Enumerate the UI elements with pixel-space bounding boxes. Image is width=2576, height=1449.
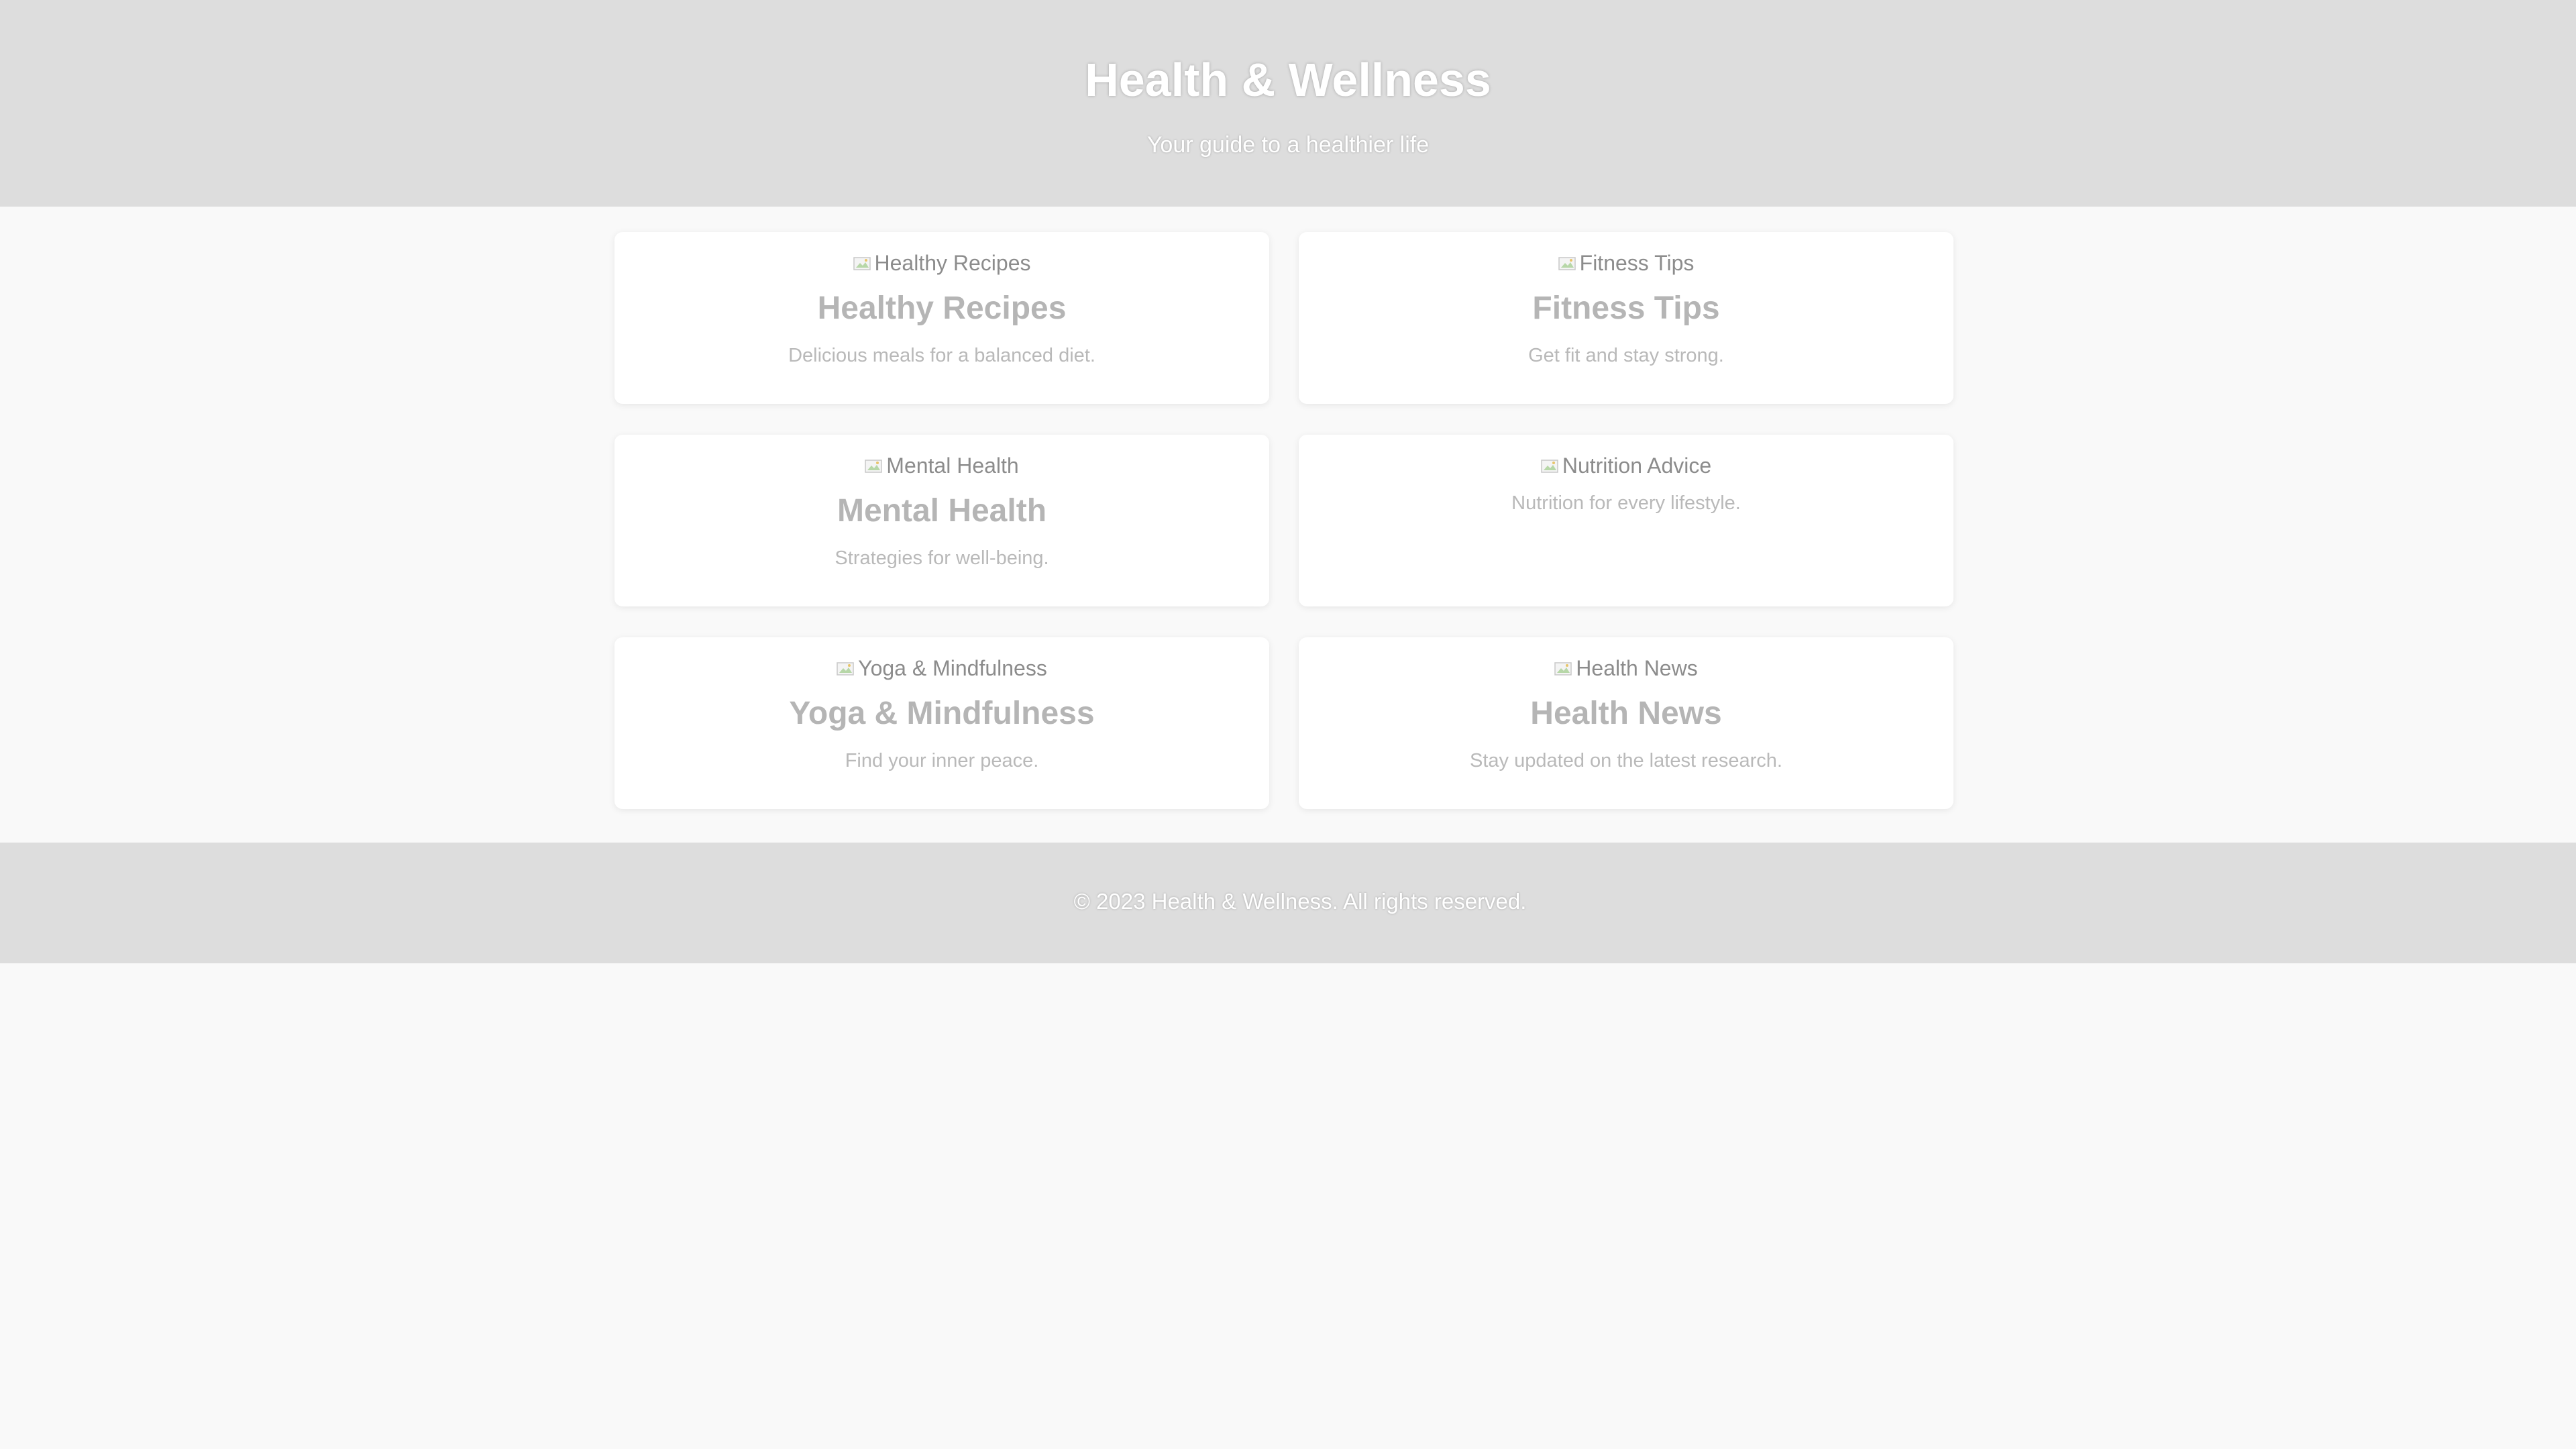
card-image: Yoga & Mindfulness <box>614 655 1269 682</box>
broken-image-icon <box>837 656 855 676</box>
card-title[interactable]: Mental Health <box>614 492 1269 530</box>
card-description: Stay updated on the latest research. <box>1470 750 1782 771</box>
broken-image-icon <box>1558 251 1577 270</box>
card-fitness-tips[interactable]: Fitness Tips Fitness Tips Get fit and st… <box>1299 232 1953 404</box>
site-footer: © 2023 Health & Wellness. All rights res… <box>0 843 2576 963</box>
card-title[interactable]: Healthy Recipes <box>614 290 1269 327</box>
card-image-alt: Health News <box>1576 656 1698 680</box>
card-description: Delicious meals for a balanced diet. <box>788 345 1095 366</box>
site-tagline: Your guide to a healthier life <box>1146 132 1430 158</box>
card-title[interactable]: Yoga & Mindfulness <box>614 695 1269 733</box>
card-image-alt: Yoga & Mindfulness <box>858 656 1047 680</box>
broken-image-icon <box>865 453 883 473</box>
card-image: Healthy Recipes <box>614 250 1269 276</box>
card-description: Strategies for well-being. <box>835 547 1049 569</box>
card-image-alt: Healthy Recipes <box>874 251 1031 275</box>
card-description: Nutrition for every lifestyle. <box>1511 492 1741 514</box>
card-nutrition-advice[interactable]: Nutrition Advice Nutrition for every lif… <box>1299 435 1953 606</box>
card-healthy-recipes[interactable]: Healthy Recipes Healthy Recipes Deliciou… <box>614 232 1269 404</box>
card-image: Health News <box>1299 655 1953 682</box>
copyright-text: © 2023 Health & Wellness. All rights res… <box>1073 889 1527 914</box>
card-title[interactable]: Health News <box>1299 695 1953 733</box>
card-image: Mental Health <box>614 452 1269 479</box>
card-image-alt: Nutrition Advice <box>1562 453 1712 478</box>
card-health-news[interactable]: Health News Health News Stay updated on … <box>1299 637 1953 809</box>
broken-image-icon <box>853 251 872 270</box>
broken-image-icon <box>1554 656 1573 676</box>
card-image-alt: Mental Health <box>886 453 1019 478</box>
card-mental-health[interactable]: Mental Health Mental Health Strategies f… <box>614 435 1269 606</box>
card-title[interactable]: Fitness Tips <box>1299 290 1953 327</box>
card-image-alt: Fitness Tips <box>1579 251 1695 275</box>
broken-image-icon <box>1541 453 1560 473</box>
card-image: Nutrition Advice <box>1299 452 1953 479</box>
card-yoga-mindfulness[interactable]: Yoga & Mindfulness Yoga & Mindfulness Fi… <box>614 637 1269 809</box>
site-title: Health & Wellness <box>1085 54 1491 106</box>
card-description: Get fit and stay strong. <box>1528 345 1724 366</box>
card-description: Find your inner peace. <box>845 750 1039 771</box>
site-header: Health & Wellness Your guide to a health… <box>0 0 2576 207</box>
card-image: Fitness Tips <box>1299 250 1953 276</box>
